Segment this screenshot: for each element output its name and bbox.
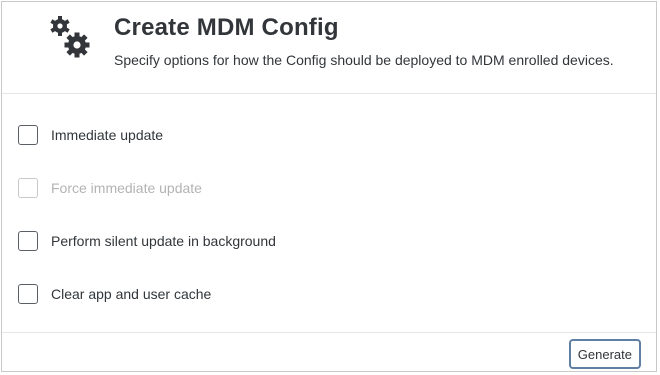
dialog-subtitle: Specify options for how the Config shoul… <box>114 52 614 68</box>
option-label: Immediate update <box>51 127 164 143</box>
immediate-update-checkbox[interactable] <box>18 125 38 145</box>
option-label: Force immediate update <box>51 180 202 196</box>
option-clear-cache[interactable]: Clear app and user cache <box>18 283 211 305</box>
option-label: Clear app and user cache <box>51 286 212 302</box>
option-immediate-update[interactable]: Immediate update <box>18 124 163 146</box>
dialog-title: Create MDM Config <box>114 14 339 41</box>
gears-icon <box>50 16 90 58</box>
dialog-header: Create MDM Config Specify options for ho… <box>2 2 656 94</box>
silent-update-checkbox[interactable] <box>18 231 38 251</box>
option-force-immediate-update: Force immediate update <box>18 177 202 199</box>
mdm-config-dialog: Create MDM Config Specify options for ho… <box>1 1 657 372</box>
option-silent-update[interactable]: Perform silent update in background <box>18 230 276 252</box>
generate-button[interactable]: Generate <box>568 339 641 369</box>
dialog-footer: Generate <box>2 332 656 372</box>
force-immediate-update-checkbox <box>18 178 38 198</box>
option-label: Perform silent update in background <box>51 233 276 249</box>
clear-cache-checkbox[interactable] <box>18 284 38 304</box>
